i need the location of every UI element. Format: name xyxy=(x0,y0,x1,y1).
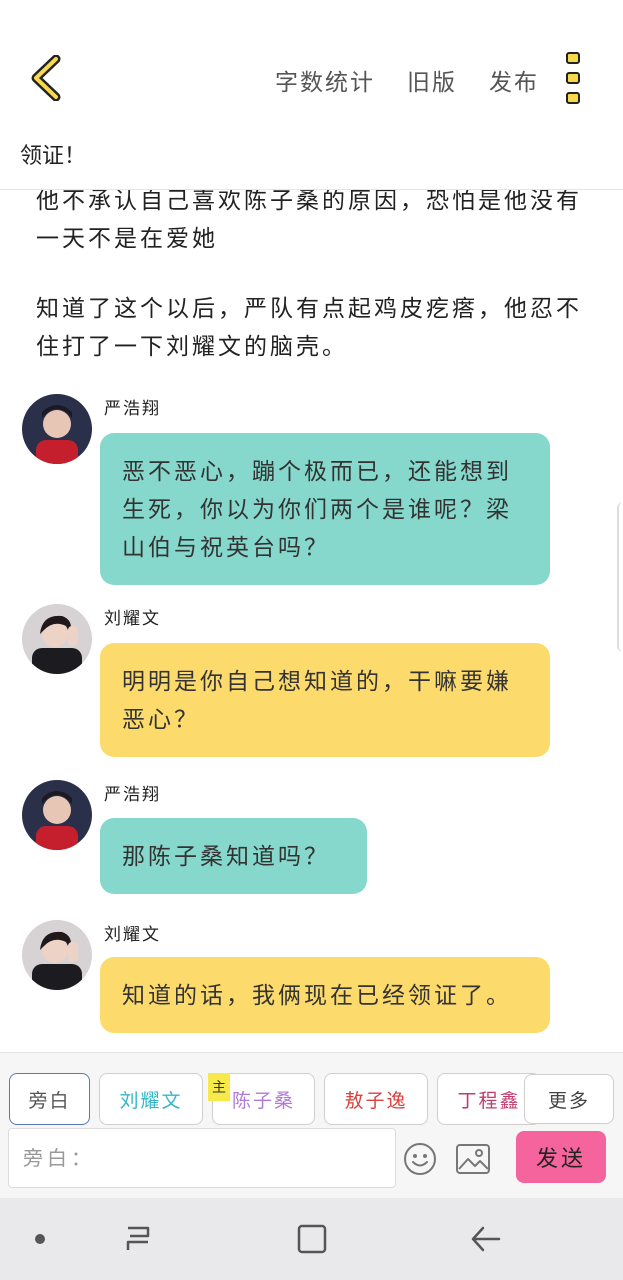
sender-name: 严浩翔 xyxy=(104,785,161,805)
message-bubble: 恶不恶心，蹦个极而已，还能想到生死，你以为你们两个是谁呢？梁山伯与祝英台吗？ xyxy=(100,433,550,585)
role-label: 陈子桑 xyxy=(231,1089,295,1112)
back-arrow-icon xyxy=(471,1226,501,1252)
main-character-badge: 主 xyxy=(208,1073,230,1101)
nav-dot-button[interactable] xyxy=(20,1220,60,1258)
chevron-left-icon xyxy=(31,55,61,101)
vertical-dots-icon xyxy=(566,52,580,64)
send-button[interactable]: 发送 xyxy=(516,1131,606,1183)
role-label: 敖子逸 xyxy=(344,1089,408,1112)
image-button[interactable] xyxy=(455,1142,491,1176)
role-chip-narrator[interactable]: 旁白 xyxy=(9,1073,90,1125)
more-roles-button[interactable]: 更多 xyxy=(524,1074,614,1124)
role-label: 刘耀文 xyxy=(119,1089,183,1112)
role-label: 旁白 xyxy=(28,1089,71,1112)
avatar[interactable] xyxy=(22,780,92,850)
emoji-icon xyxy=(404,1143,436,1175)
role-chip-ao-ziyi[interactable]: 敖子逸 xyxy=(324,1073,428,1125)
avatar[interactable] xyxy=(22,604,92,674)
message-input[interactable] xyxy=(8,1128,396,1188)
nav-home-button[interactable] xyxy=(292,1220,332,1258)
back-button[interactable] xyxy=(20,52,70,104)
story-content[interactable]: 他不承认自己喜欢陈子桑的原因，恐怕是他没有一天不是在爱她 知道了这个以后，严队有… xyxy=(0,190,623,1052)
sender-name: 刘耀文 xyxy=(104,925,161,945)
publish-button[interactable]: 发布 xyxy=(489,63,539,97)
sender-name: 刘耀文 xyxy=(104,609,161,629)
chapter-title-field[interactable]: 领证！ xyxy=(20,138,86,170)
narration-text: 知道了这个以后，严队有点起鸡皮疙瘩，他忍不住打了一下刘耀文的脑壳。 xyxy=(36,296,582,360)
role-label: 更多 xyxy=(547,1089,590,1112)
chat-message[interactable]: 刘耀文 知道的话，我俩现在已经领证了。 xyxy=(22,920,582,1052)
message-bubble: 明明是你自己想知道的，干嘛要嫌恶心？ xyxy=(100,643,550,757)
word-count-button[interactable]: 字数统计 xyxy=(275,63,375,97)
role-chip-liu-yaowen[interactable]: 刘耀文 xyxy=(99,1073,203,1125)
chat-message[interactable]: 严浩翔 那陈子桑知道吗？ xyxy=(22,780,582,900)
recents-icon xyxy=(126,1226,150,1250)
message-bubble: 那陈子桑知道吗？ xyxy=(100,818,367,894)
emoji-button[interactable] xyxy=(403,1142,437,1176)
system-nav-bar xyxy=(0,1198,623,1280)
avatar[interactable] xyxy=(22,394,92,464)
composer: 发送 xyxy=(0,1128,623,1198)
nav-back-button[interactable] xyxy=(466,1220,506,1258)
vertical-dots-icon-part xyxy=(566,92,580,104)
role-selector: 旁白 刘耀文 主 陈子桑 敖子逸 丁程鑫 更多 xyxy=(0,1052,623,1128)
chat-message[interactable]: 严浩翔 恶不恶心，蹦个极而已，还能想到生死，你以为你们两个是谁呢？梁山伯与祝英台… xyxy=(22,394,582,585)
chat-message[interactable]: 刘耀文 明明是你自己想知道的，干嘛要嫌恶心？ xyxy=(22,604,582,757)
avatar[interactable] xyxy=(22,920,92,990)
narration-text: 他不承认自己喜欢陈子桑的原因，恐怕是他没有一天不是在爱她 xyxy=(36,190,582,252)
image-icon xyxy=(456,1144,490,1174)
nav-recents-button[interactable] xyxy=(118,1220,158,1258)
role-label: 丁程鑫 xyxy=(457,1089,521,1112)
dot-icon xyxy=(35,1234,45,1244)
sender-name: 严浩翔 xyxy=(104,399,161,419)
home-icon xyxy=(297,1224,327,1254)
vertical-dots-icon-part xyxy=(566,72,580,84)
message-bubble: 知道的话，我俩现在已经领证了。 xyxy=(100,957,550,1033)
more-button[interactable] xyxy=(560,52,586,104)
old-version-button[interactable]: 旧版 xyxy=(407,63,457,97)
top-bar: 字数统计 旧版 发布 领证！ xyxy=(0,0,623,190)
scroll-handle[interactable] xyxy=(617,502,623,652)
divider xyxy=(0,189,623,190)
